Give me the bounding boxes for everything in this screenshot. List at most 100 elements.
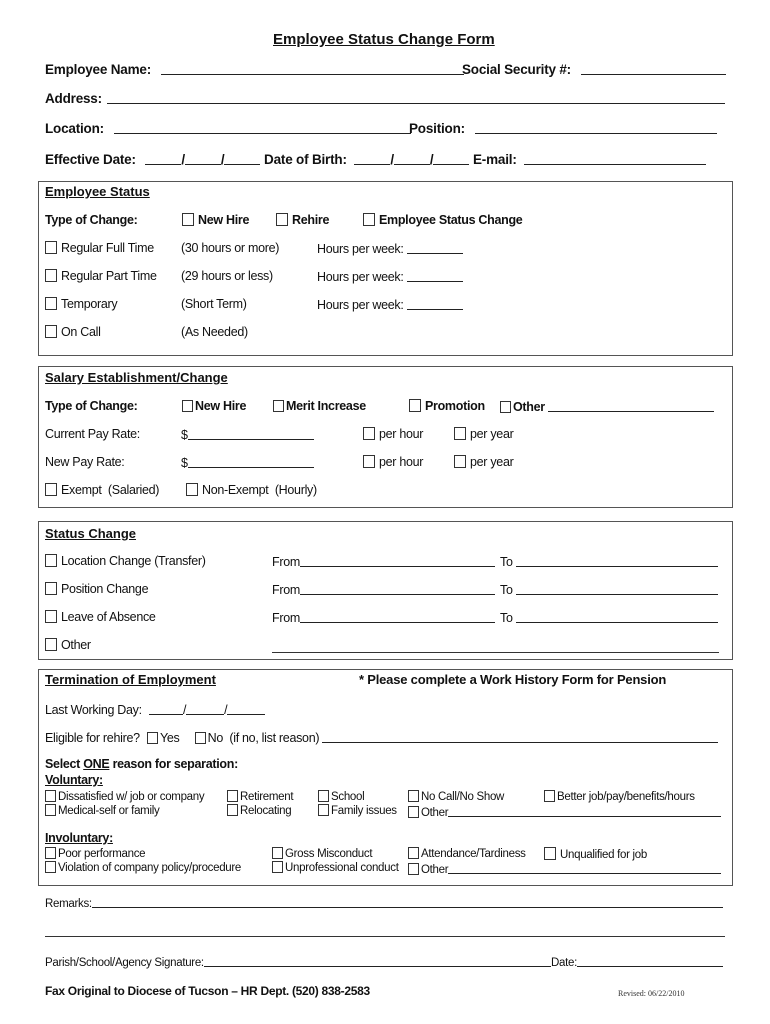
- current-per-year[interactable]: per year: [454, 427, 514, 441]
- checkbox[interactable]: [408, 806, 419, 818]
- checkbox[interactable]: [227, 804, 238, 816]
- temporary-hours-field[interactable]: [406, 297, 463, 310]
- checkbox[interactable]: [454, 455, 466, 468]
- option-non-exempt[interactable]: Non-Exempt (Hourly): [186, 483, 317, 497]
- reason-unqualified[interactable]: Unqualified for job: [544, 847, 647, 861]
- address-field[interactable]: [107, 91, 726, 104]
- remarks-field[interactable]: [91, 895, 723, 908]
- effective-date-day[interactable]: [184, 152, 221, 165]
- checkbox[interactable]: [45, 483, 57, 496]
- position-from-field[interactable]: [299, 582, 495, 595]
- option-leave-of-absence[interactable]: Leave of Absence: [45, 610, 156, 624]
- checkbox[interactable]: [318, 790, 329, 802]
- email-field[interactable]: [524, 152, 707, 165]
- checkbox[interactable]: [45, 325, 57, 338]
- salary-option-other[interactable]: Other: [500, 399, 715, 414]
- option-temporary[interactable]: Temporary: [45, 297, 118, 311]
- checkbox[interactable]: [182, 213, 194, 226]
- reason-unprofessional[interactable]: Unprofessional conduct: [272, 861, 399, 874]
- checkbox[interactable]: [454, 427, 466, 440]
- option-location-change[interactable]: Location Change (Transfer): [45, 554, 206, 568]
- rehire-reason-field[interactable]: [322, 730, 719, 743]
- current-pay-field[interactable]: [187, 427, 314, 440]
- option-status-other[interactable]: Other: [45, 638, 91, 652]
- current-per-hour[interactable]: per hour: [363, 427, 423, 441]
- checkbox[interactable]: [45, 297, 57, 310]
- involuntary-other-field[interactable]: [448, 861, 722, 874]
- salary-option-new-hire[interactable]: New Hire: [182, 399, 246, 413]
- reason-school[interactable]: School: [318, 790, 365, 803]
- option-new-hire[interactable]: New Hire: [182, 213, 249, 227]
- checkbox[interactable]: [45, 804, 56, 816]
- voluntary-other-field[interactable]: [448, 804, 722, 817]
- reason-gross-misconduct[interactable]: Gross Misconduct: [272, 847, 373, 860]
- checkbox[interactable]: [182, 400, 193, 412]
- reason-retirement[interactable]: Retirement: [227, 790, 294, 803]
- checkbox[interactable]: [186, 483, 198, 496]
- checkbox[interactable]: [45, 790, 56, 802]
- checkbox[interactable]: [272, 861, 283, 873]
- effective-date-year[interactable]: [224, 152, 261, 165]
- part-time-hours-field[interactable]: [406, 269, 463, 282]
- option-regular-part-time[interactable]: Regular Part Time: [45, 269, 157, 283]
- reason-dissatisfied[interactable]: Dissatisfied w/ job or company: [45, 790, 205, 803]
- new-pay-field[interactable]: [187, 455, 314, 468]
- reason-poor-performance[interactable]: Poor performance: [45, 847, 146, 860]
- dob-day[interactable]: [393, 152, 430, 165]
- checkbox[interactable]: [45, 847, 56, 859]
- reason-medical[interactable]: Medical-self or family: [45, 804, 160, 817]
- position-to-field[interactable]: [515, 582, 718, 595]
- rehire-no-checkbox[interactable]: [194, 732, 206, 744]
- leave-to-field[interactable]: [515, 610, 718, 623]
- location-to-field[interactable]: [515, 554, 718, 567]
- dob-month[interactable]: [354, 152, 391, 165]
- checkbox[interactable]: [276, 213, 288, 226]
- dob-year[interactable]: [433, 152, 470, 165]
- reason-attendance[interactable]: Attendance/Tardiness: [408, 847, 526, 860]
- salary-option-promotion[interactable]: Promotion: [409, 399, 485, 413]
- option-exempt[interactable]: Exempt (Salaried): [45, 483, 159, 497]
- checkbox[interactable]: [318, 804, 329, 816]
- option-employee-status-change[interactable]: Employee Status Change: [363, 213, 523, 227]
- last-day-year[interactable]: [227, 702, 266, 715]
- checkbox[interactable]: [45, 554, 57, 567]
- checkbox[interactable]: [363, 427, 375, 440]
- effective-date-month[interactable]: [145, 152, 182, 165]
- checkbox[interactable]: [363, 213, 375, 226]
- reason-no-call-no-show[interactable]: No Call/No Show: [408, 790, 504, 803]
- full-time-hours-field[interactable]: [406, 241, 463, 254]
- ssn-field[interactable]: [580, 62, 726, 75]
- checkbox[interactable]: [45, 582, 57, 595]
- checkbox[interactable]: [273, 400, 284, 412]
- salary-option-merit-increase[interactable]: Merit Increase: [273, 399, 366, 413]
- checkbox[interactable]: [408, 863, 419, 875]
- reason-voluntary-other[interactable]: Other: [408, 804, 722, 819]
- date-field[interactable]: [577, 954, 723, 967]
- checkbox[interactable]: [227, 790, 238, 802]
- checkbox[interactable]: [45, 610, 57, 623]
- option-rehire[interactable]: Rehire: [276, 213, 329, 227]
- reason-family-issues[interactable]: Family issues: [318, 804, 397, 817]
- reason-involuntary-other[interactable]: Other: [408, 861, 722, 876]
- checkbox[interactable]: [544, 790, 555, 802]
- checkbox[interactable]: [500, 401, 511, 413]
- option-regular-full-time[interactable]: Regular Full Time: [45, 241, 154, 255]
- last-day-day[interactable]: [186, 702, 225, 715]
- remarks-field-line-2[interactable]: [45, 936, 725, 937]
- checkbox[interactable]: [45, 241, 57, 254]
- checkbox[interactable]: [45, 861, 56, 873]
- checkbox[interactable]: [408, 790, 419, 802]
- option-position-change[interactable]: Position Change: [45, 582, 149, 596]
- salary-other-field[interactable]: [548, 399, 715, 412]
- location-from-field[interactable]: [299, 554, 495, 567]
- checkbox[interactable]: [272, 847, 283, 859]
- checkbox[interactable]: [45, 269, 57, 282]
- checkbox[interactable]: [544, 847, 556, 860]
- new-per-hour[interactable]: per hour: [363, 455, 423, 469]
- checkbox[interactable]: [45, 638, 57, 651]
- checkbox[interactable]: [408, 847, 419, 859]
- leave-from-field[interactable]: [299, 610, 495, 623]
- employee-name-field[interactable]: [160, 62, 464, 75]
- checkbox[interactable]: [363, 455, 375, 468]
- last-day-month[interactable]: [148, 702, 183, 715]
